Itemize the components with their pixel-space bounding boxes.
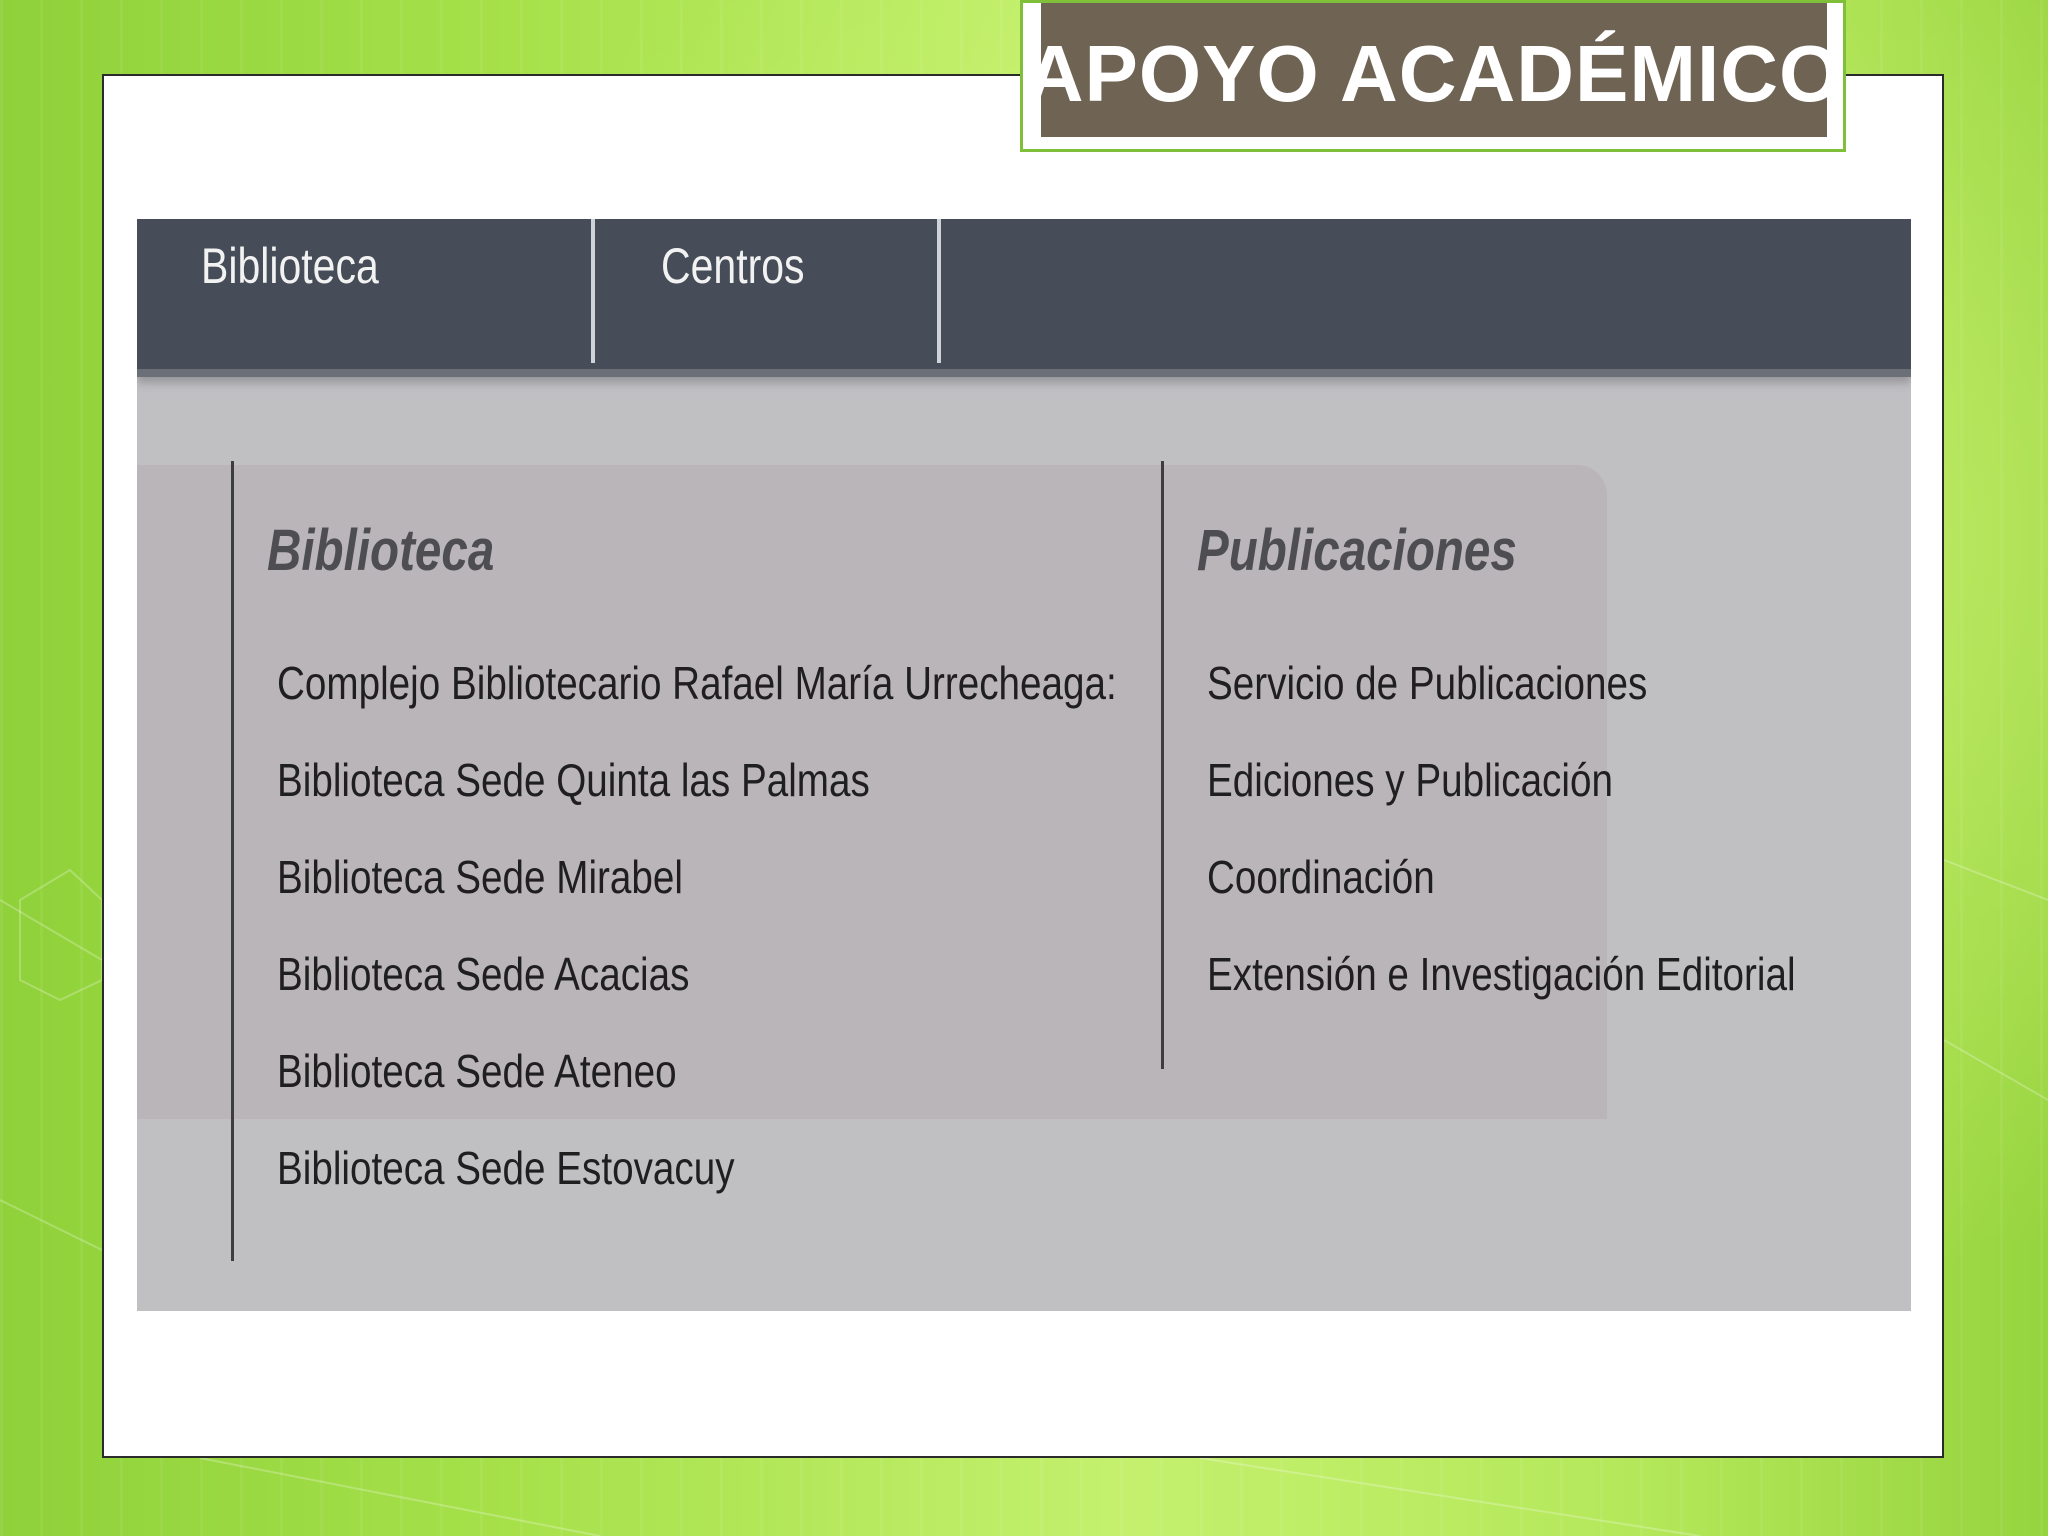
menu-link[interactable]: Biblioteca Sede Estovacuy [277,1140,1117,1237]
nav-divider [937,219,941,363]
column-divider-left [231,461,234,1261]
top-navbar: Biblioteca Centros [137,219,1911,377]
title-banner: APOYO ACADÉMICO [1026,3,1841,137]
menu-link[interactable]: Coordinación [1207,849,1796,946]
website-screenshot: Biblioteca Centros Biblioteca Complejo B… [137,219,1911,1311]
nav-tab-centros[interactable]: Centros [661,219,805,363]
menu-link[interactable]: Servicio de Publicaciones [1207,655,1796,752]
menu-link[interactable]: Biblioteca Sede Acacias [277,946,1117,1043]
nav-divider [591,219,595,363]
column-heading-biblioteca: Biblioteca [267,518,495,583]
menu-link[interactable]: Biblioteca Sede Mirabel [277,849,1117,946]
menu-link[interactable]: Biblioteca Sede Ateneo [277,1043,1117,1140]
nav-tab-biblioteca[interactable]: Biblioteca [201,219,379,363]
title-frame: APOYO ACADÉMICO [1020,0,1846,152]
menu-link[interactable]: Complejo Bibliotecario Rafael María Urre… [277,655,1117,752]
publicaciones-link-list: Servicio de Publicaciones Ediciones y Pu… [1207,655,1908,1043]
menu-link[interactable]: Biblioteca Sede Quinta las Palmas [277,752,1117,849]
column-heading-publicaciones: Publicaciones [1197,518,1517,583]
menu-link[interactable]: Ediciones y Publicación [1207,752,1796,849]
biblioteca-link-list: Complejo Bibliotecario Rafael María Urre… [277,655,1277,1237]
slide-title: APOYO ACADÉMICO [1025,29,1843,118]
menu-link[interactable]: Extensión e Investigación Editorial [1207,946,1796,1043]
